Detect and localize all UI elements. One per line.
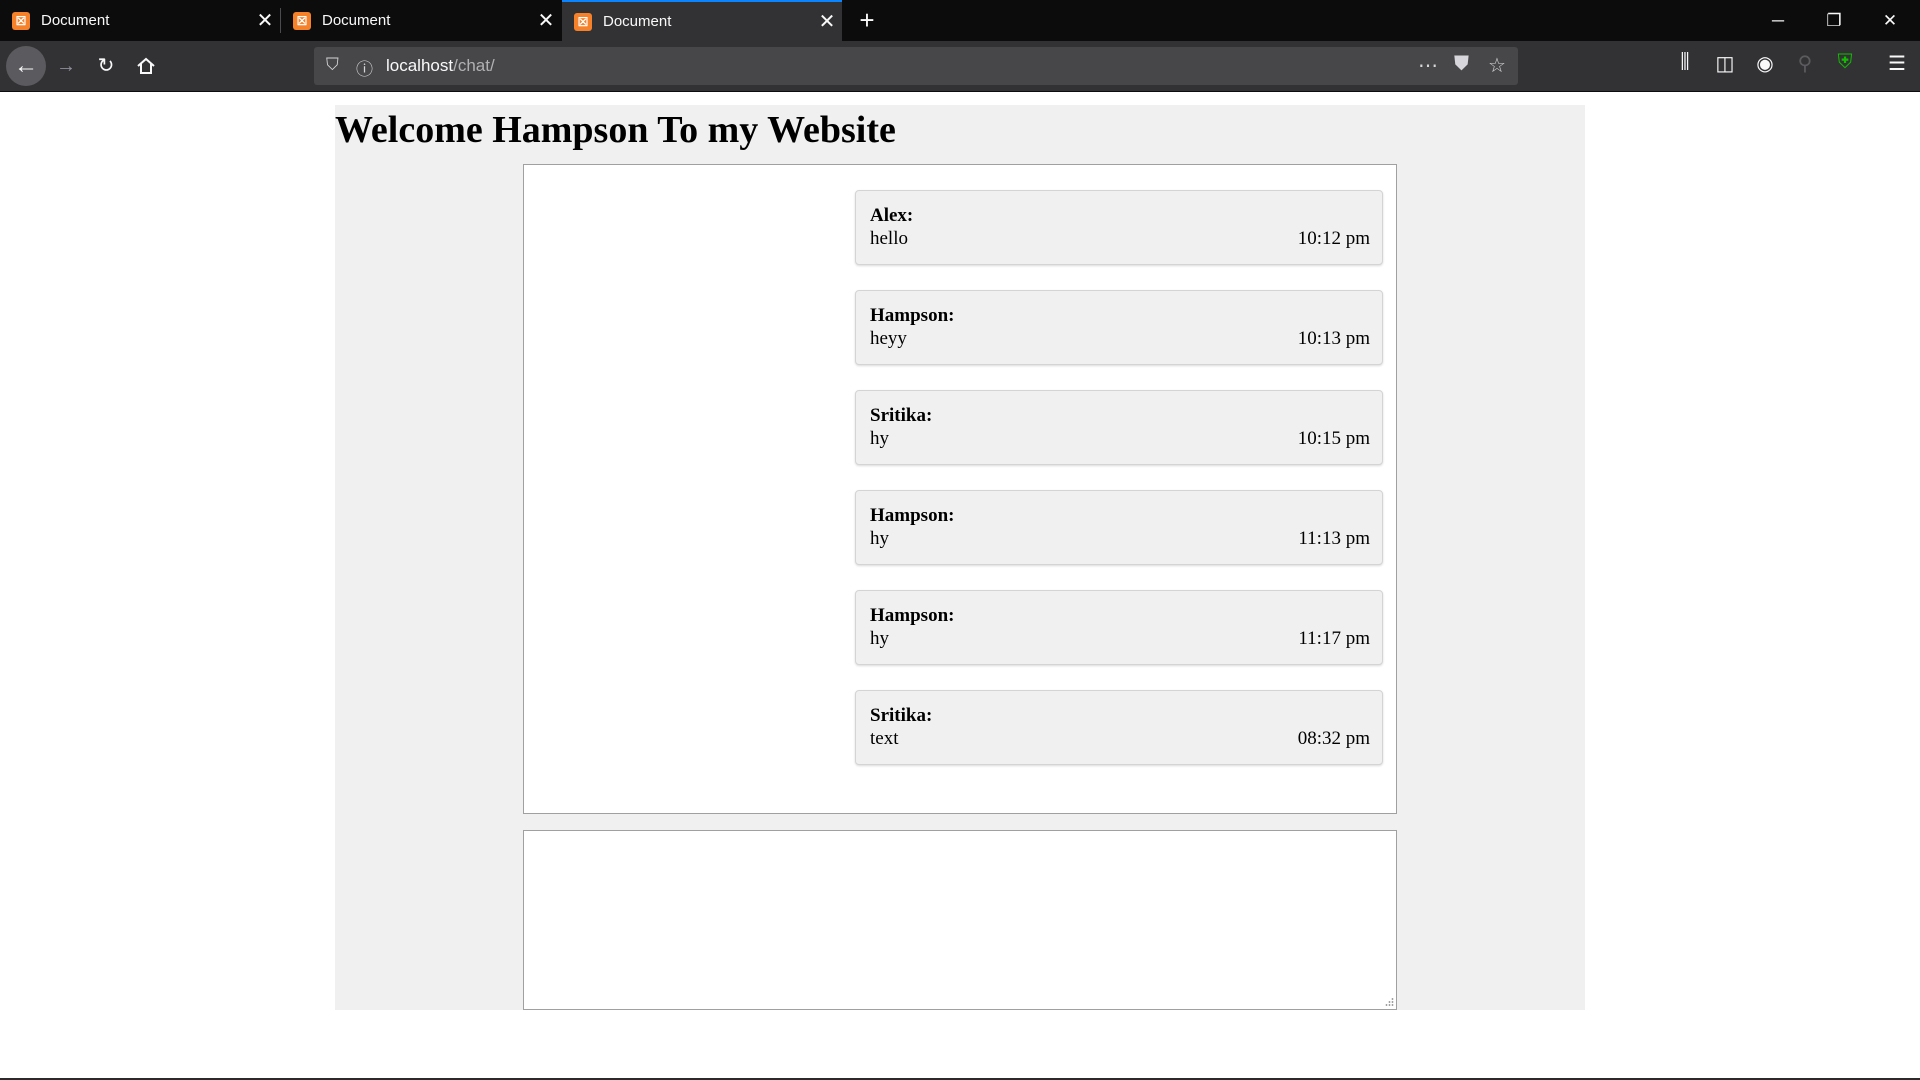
xampp-favicon-icon: ☒	[574, 12, 592, 31]
new-tab-button[interactable]: +	[851, 4, 883, 36]
page-container: Welcome Hampson To my Website Alex: hell…	[335, 105, 1585, 1010]
arrow-right-icon: →	[56, 55, 76, 77]
message-sender: Alex:	[870, 205, 914, 226]
message-time: 10:13 pm	[1297, 328, 1370, 349]
library-icon[interactable]: ⫼	[1670, 51, 1700, 74]
more-icon[interactable]: ⋯	[1418, 53, 1438, 78]
star-icon[interactable]: ☆	[1488, 53, 1506, 78]
tab-document-1[interactable]: ☒ Document ✕	[0, 0, 280, 41]
navigation-toolbar: ← → ↻ ⛉ ⓘ localhost/chat/ ⋯ ⛊ ☆ ⫼ ◫ ◉ ⚲ …	[0, 41, 1920, 92]
reload-button[interactable]: ↻	[88, 48, 124, 84]
tab-document-2[interactable]: ☒ Document ✕	[281, 0, 561, 41]
tab-title: Document	[41, 12, 110, 29]
tab-bar: ☒ Document ✕ ☒ Document ✕ ☒ Document ✕ +…	[0, 0, 1920, 41]
forward-button[interactable]: →	[48, 48, 84, 84]
message-text: hy	[870, 428, 889, 449]
back-button[interactable]: ←	[6, 46, 46, 86]
arrow-left-icon: ←	[14, 52, 38, 79]
message-text: hello	[870, 228, 908, 249]
message-input[interactable]	[523, 830, 1397, 1010]
info-icon[interactable]: ⓘ	[356, 55, 373, 80]
message-sender: Hampson:	[870, 505, 955, 526]
extension-shield-icon[interactable]: ⛨	[1830, 51, 1860, 74]
page-title: Welcome Hampson To my Website	[335, 109, 896, 151]
home-button[interactable]	[128, 48, 164, 84]
extension-icon[interactable]: ⚲	[1790, 51, 1820, 76]
close-window-button[interactable]: ✕	[1862, 0, 1918, 41]
chat-message: Hampson: hy 11:13 pm	[855, 490, 1383, 565]
message-time: 11:17 pm	[1298, 628, 1370, 649]
restore-button[interactable]: ❐	[1806, 0, 1862, 41]
close-tab-icon[interactable]: ✕	[250, 8, 280, 33]
tab-title: Document	[322, 12, 391, 29]
chat-message: Alex: hello 10:12 pm	[855, 190, 1383, 265]
message-sender: Sritika:	[870, 405, 933, 426]
url-host: localhost	[386, 56, 454, 75]
close-tab-icon[interactable]: ✕	[812, 9, 842, 34]
message-time: 10:15 pm	[1297, 428, 1370, 449]
chat-message: Sritika: hy 10:15 pm	[855, 390, 1383, 465]
tab-document-3-active[interactable]: ☒ Document ✕	[562, 0, 842, 41]
xampp-favicon-icon: ☒	[12, 11, 30, 30]
account-icon[interactable]: ◉	[1750, 51, 1780, 76]
home-icon	[137, 57, 155, 74]
resize-grip-icon[interactable]	[1384, 997, 1394, 1007]
url-text[interactable]: localhost/chat/	[386, 56, 495, 76]
message-time: 08:32 pm	[1297, 728, 1370, 749]
message-text: hy	[870, 528, 889, 549]
minimize-button[interactable]: ─	[1750, 0, 1806, 41]
xampp-favicon-icon: ☒	[293, 11, 311, 30]
chat-message: Hampson: heyy 10:13 pm	[855, 290, 1383, 365]
message-text: text	[870, 728, 899, 749]
chat-messages-box[interactable]: Alex: hello 10:12 pm Hampson: heyy 10:13…	[523, 164, 1397, 814]
pocket-icon[interactable]: ⛊	[1454, 53, 1469, 76]
message-time: 11:13 pm	[1298, 528, 1370, 549]
message-text: hy	[870, 628, 889, 649]
reload-icon: ↻	[97, 55, 115, 77]
message-sender: Hampson:	[870, 305, 955, 326]
message-sender: Sritika:	[870, 705, 933, 726]
shield-icon[interactable]: ⛉	[326, 55, 339, 75]
url-bar[interactable]: ⛉ ⓘ localhost/chat/ ⋯ ⛊ ☆	[314, 47, 1518, 85]
chat-message: Sritika: text 08:32 pm	[855, 690, 1383, 765]
message-text: heyy	[870, 328, 907, 349]
message-sender: Hampson:	[870, 605, 955, 626]
sidebar-icon[interactable]: ◫	[1710, 51, 1740, 76]
chat-message: Hampson: hy 11:17 pm	[855, 590, 1383, 665]
tab-title: Document	[603, 13, 672, 30]
menu-icon[interactable]: ☰	[1882, 51, 1912, 76]
message-time: 10:12 pm	[1297, 228, 1370, 249]
close-tab-icon[interactable]: ✕	[531, 8, 561, 33]
url-path: /chat/	[453, 56, 495, 75]
